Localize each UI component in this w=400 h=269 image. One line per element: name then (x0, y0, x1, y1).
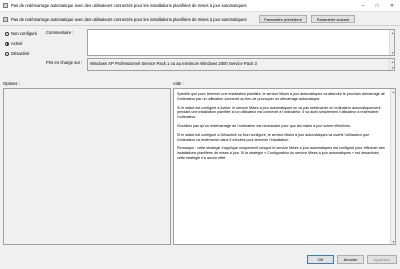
policy-header: Pas de redémarrage automatique avec des … (3, 15, 247, 23)
policy-icon (3, 3, 8, 8)
scroll-down-icon[interactable]: ▼ (391, 239, 396, 244)
scroll-up-icon[interactable]: ▲ (391, 89, 396, 94)
supported-scrollbar[interactable]: ▲ ▼ (389, 59, 394, 70)
help-paragraph: Remarque : cette stratégie s'applique un… (177, 146, 385, 160)
next-setting-button[interactable]: Paramètre suivant (311, 15, 355, 23)
help-label: Aide : (173, 81, 184, 86)
scroll-up-icon[interactable]: ▲ (390, 59, 395, 64)
ok-button[interactable]: OK (307, 255, 334, 264)
scroll-down-icon[interactable]: ▼ (390, 65, 395, 70)
supported-on-field: Windows XP Professionnel Service Pack 1 … (87, 58, 395, 71)
radio-button[interactable] (5, 31, 9, 36)
options-panel (3, 88, 171, 245)
radio-disabled[interactable]: Désactivé (5, 51, 29, 56)
options-label: Options : (3, 81, 20, 86)
cancel-button[interactable]: Annuler (337, 255, 364, 264)
policy-icon (3, 16, 8, 22)
radio-button[interactable] (5, 51, 9, 56)
radio-label: Activé (11, 41, 23, 46)
radio-not-configured[interactable]: Non configuré (5, 31, 37, 36)
window-title: Pas de redémarrage automatique avec des … (11, 3, 247, 8)
radio-enabled[interactable]: Activé (5, 41, 22, 46)
radio-label: Désactivé (11, 51, 30, 56)
help-text: Spécifie que pour terminer une installat… (174, 89, 395, 167)
help-paragraph: N'oubliez pas qu'un redémarrage de l'ord… (177, 123, 351, 128)
close-button[interactable]: ✕ (384, 0, 400, 11)
comment-scrollbar[interactable]: ▲ ▼ (389, 30, 394, 55)
help-scrollbar[interactable]: ▲ ▼ (390, 89, 395, 244)
scroll-up-icon[interactable]: ▲ (390, 30, 395, 35)
maximize-button[interactable]: □ (370, 0, 384, 11)
help-paragraph: Si le statut est configuré à Désactivé o… (177, 132, 370, 142)
comment-field[interactable]: ▲ ▼ (87, 29, 395, 56)
help-paragraph: Si le statut est configuré à Activé, le … (177, 105, 381, 120)
help-panel: Spécifie que pour terminer une installat… (173, 88, 396, 245)
radio-label: Non configuré (11, 31, 38, 36)
help-paragraph: Spécifie que pour terminer une installat… (177, 92, 385, 101)
previous-setting-button[interactable]: Paramètre précédent (259, 15, 307, 23)
policy-name: Pas de redémarrage automatique avec des … (11, 16, 247, 22)
scroll-down-icon[interactable]: ▼ (390, 50, 395, 55)
header-divider (0, 25, 400, 26)
window-controls: – □ ✕ (356, 0, 400, 11)
comment-label: Commentaire : (46, 30, 74, 35)
title-bar: Pas de redémarrage automatique avec des … (0, 0, 400, 11)
comment-value (88, 30, 394, 32)
supported-on-label: Pris en charge sur : (46, 60, 83, 65)
supported-on-value: Windows XP Professionnel Service Pack 1 … (90, 60, 257, 66)
radio-button[interactable] (5, 41, 9, 46)
apply-button[interactable]: Appliquer (367, 255, 397, 264)
minimize-button[interactable]: – (356, 0, 370, 11)
